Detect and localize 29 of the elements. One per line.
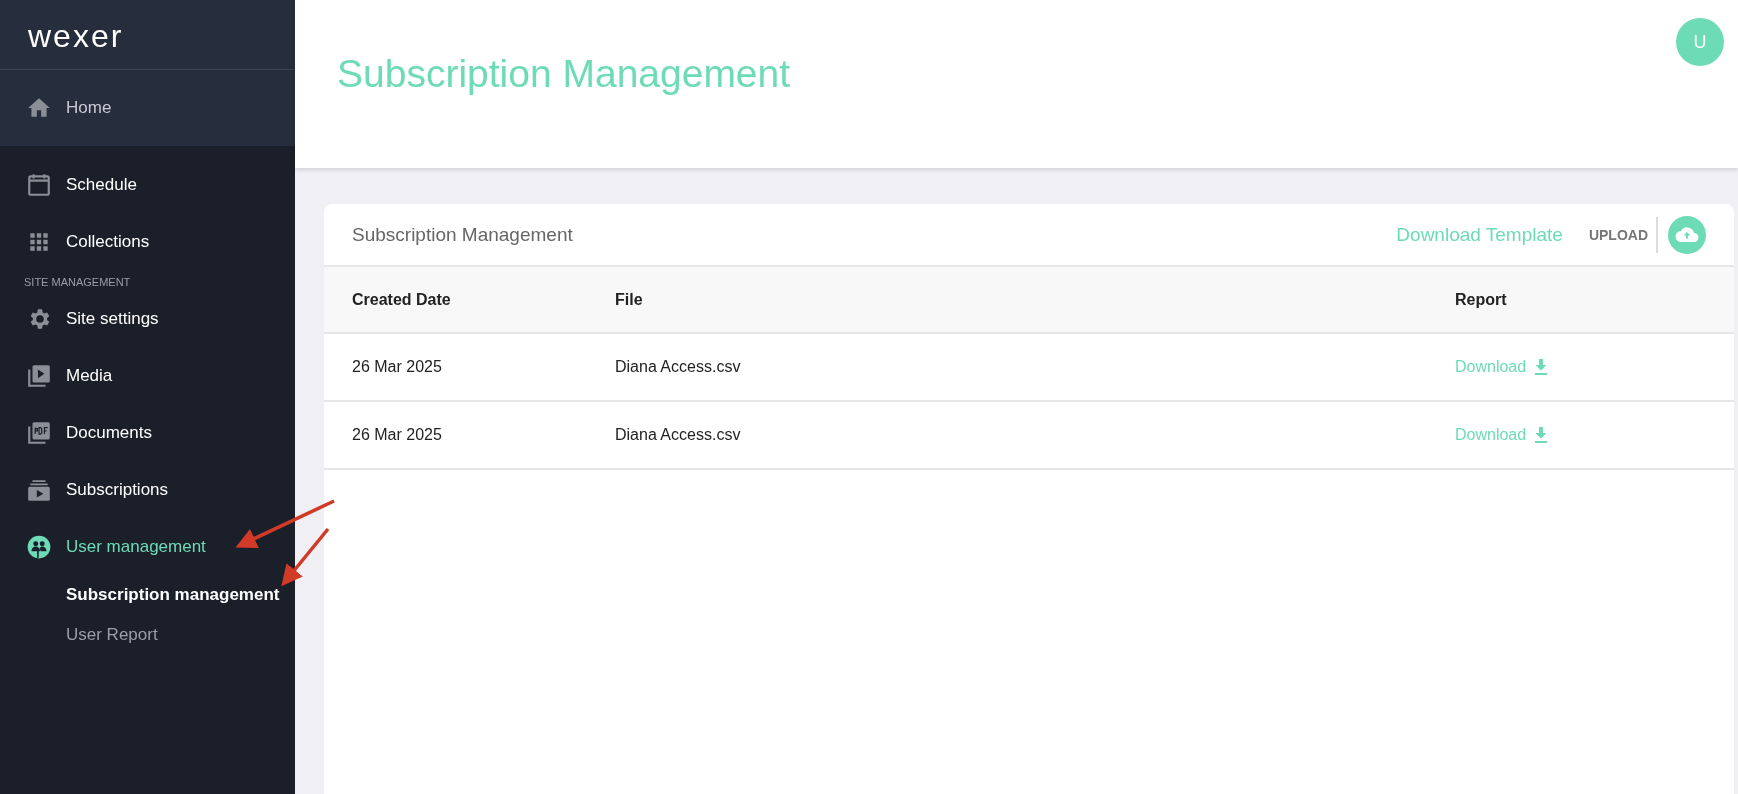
download-icon (1534, 427, 1549, 443)
nav-item[interactable]: Site settings (0, 290, 295, 347)
play-icon (26, 362, 52, 389)
users-icon (26, 533, 52, 560)
nav-item[interactable]: User management (0, 518, 295, 575)
subnav-item[interactable]: Subscription management (0, 575, 295, 615)
table-cell: 26 Mar 2025 (324, 401, 614, 469)
home-nav-item[interactable]: Home (0, 70, 295, 146)
pdf-icon (26, 419, 52, 446)
column-header: Created Date (324, 267, 614, 333)
upload-label: UPLOAD (1588, 216, 1658, 253)
page-title: Subscription Management (337, 52, 791, 97)
section-heading: SITE MANAGEMENT (23, 275, 132, 290)
nav-item[interactable]: Subscriptions (0, 461, 295, 518)
subnav-item[interactable]: User Report (0, 615, 295, 655)
card-title: Subscription Management (352, 223, 574, 246)
nav-item[interactable]: Documents (0, 404, 295, 461)
download-icon (1534, 359, 1549, 375)
table-cell: Diana Access.csv (614, 401, 1454, 469)
nav-item[interactable]: Schedule (0, 156, 295, 213)
calendar-icon (26, 171, 52, 198)
upload-button[interactable] (1668, 215, 1706, 254)
column-header: Report (1454, 267, 1734, 333)
logo: wexer (28, 18, 124, 55)
table-cell: 26 Mar 2025 (324, 333, 614, 401)
column-header: File (614, 267, 1454, 333)
nav-item[interactable]: Media (0, 347, 295, 404)
table-cell: Diana Access.csv (614, 333, 1454, 401)
nav-item[interactable]: Collections (0, 213, 295, 270)
